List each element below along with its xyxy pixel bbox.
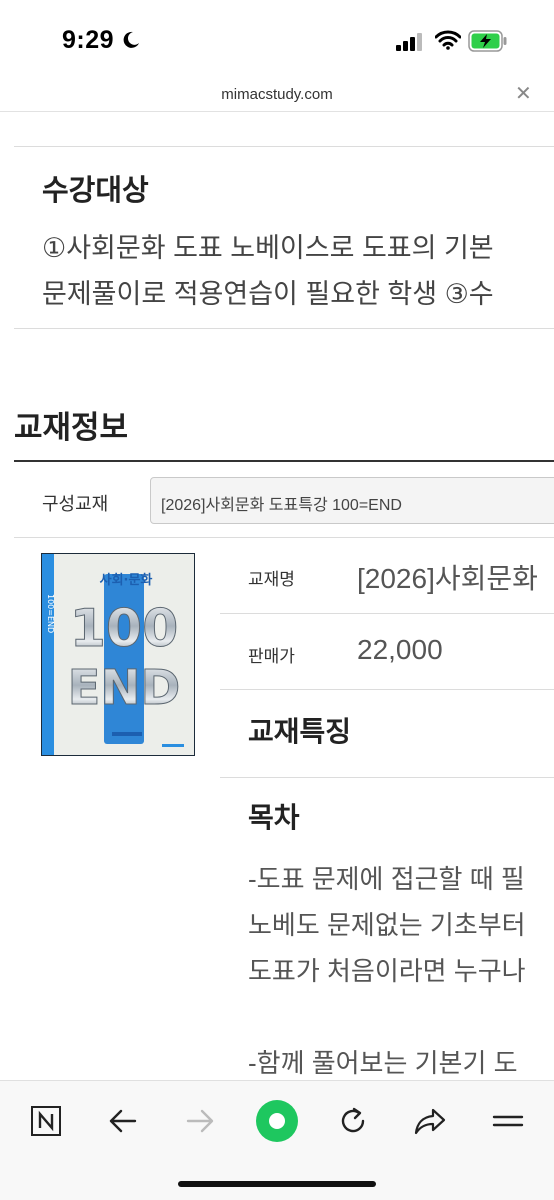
compose-label: 구성교재 bbox=[42, 494, 109, 514]
cover-title-bottom: END bbox=[68, 660, 181, 716]
cellular-signal-icon bbox=[396, 33, 424, 56]
target-description: ①사회문화 도표 노베이스로 도표의 기본 문제풀이로 적용연습이 필요한 학생… bbox=[42, 225, 554, 317]
wifi-icon bbox=[434, 30, 462, 55]
book-info-divider bbox=[14, 460, 554, 462]
title-value: [2026]사회문화 bbox=[357, 563, 538, 594]
naver-home-icon[interactable] bbox=[26, 1101, 66, 1141]
address-bar[interactable]: mimacstudy.com ✕ bbox=[0, 80, 554, 112]
green-dot-icon[interactable] bbox=[254, 1098, 300, 1144]
toc-line: 도표가 처음이라면 누구나 bbox=[248, 956, 526, 986]
refresh-icon[interactable] bbox=[333, 1101, 373, 1141]
feature-row: 교재특징 bbox=[220, 690, 554, 778]
price-row: 판매가 22,000 bbox=[220, 614, 554, 690]
cover-spine-text: 100=END bbox=[46, 594, 55, 633]
close-icon[interactable]: ✕ bbox=[515, 84, 532, 104]
target-line: ①사회문화 도표 노베이스로 도표의 기본 bbox=[42, 233, 494, 263]
toc-heading: 목차 bbox=[248, 802, 300, 833]
compose-select[interactable]: [2026]사회문화 도표특강 100=END bbox=[150, 477, 554, 524]
book-cover-image[interactable]: 100=END 사회·문화 100 END bbox=[41, 553, 195, 756]
page-content: 수강대상 ①사회문화 도표 노베이스로 도표의 기본 문제풀이로 적용연습이 필… bbox=[0, 112, 554, 1080]
cover-title-top: 100 bbox=[70, 599, 179, 659]
target-heading: 수강대상 bbox=[42, 175, 149, 207]
target-line: 문제풀이로 적용연습이 필요한 학생 ③수 bbox=[42, 279, 494, 309]
price-value: 22,000 bbox=[357, 634, 443, 665]
home-indicator[interactable] bbox=[178, 1181, 376, 1187]
forward-arrow-icon[interactable] bbox=[180, 1101, 220, 1141]
share-icon[interactable] bbox=[410, 1101, 450, 1141]
moon-icon bbox=[122, 31, 140, 49]
menu-icon[interactable] bbox=[488, 1101, 528, 1141]
feature-heading: 교재특징 bbox=[248, 716, 352, 747]
target-students-section: 수강대상 ①사회문화 도표 노베이스로 도표의 기본 문제풀이로 적용연습이 필… bbox=[14, 146, 554, 329]
compose-select-value: [2026]사회문화 도표특강 100=END bbox=[161, 497, 402, 514]
toc-line: -함께 풀어보는 기본기 도 bbox=[248, 1048, 518, 1078]
status-bar: 9:29 bbox=[0, 0, 554, 80]
toc-line: 노베도 문제없는 기초부터 bbox=[248, 910, 526, 940]
price-label: 판매가 bbox=[248, 647, 295, 666]
status-time: 9:29 bbox=[62, 26, 115, 54]
book-info-heading: 교재정보 bbox=[14, 410, 129, 445]
battery-charging-icon bbox=[468, 30, 508, 57]
cover-subject: 사회·문화 bbox=[100, 572, 153, 588]
url-text[interactable]: mimacstudy.com bbox=[0, 86, 554, 103]
title-label: 교재명 bbox=[248, 570, 295, 589]
back-arrow-icon[interactable] bbox=[103, 1101, 143, 1141]
title-row: 교재명 [2026]사회문화 bbox=[220, 537, 554, 614]
toc-line: -도표 문제에 접근할 때 필 bbox=[248, 864, 525, 894]
